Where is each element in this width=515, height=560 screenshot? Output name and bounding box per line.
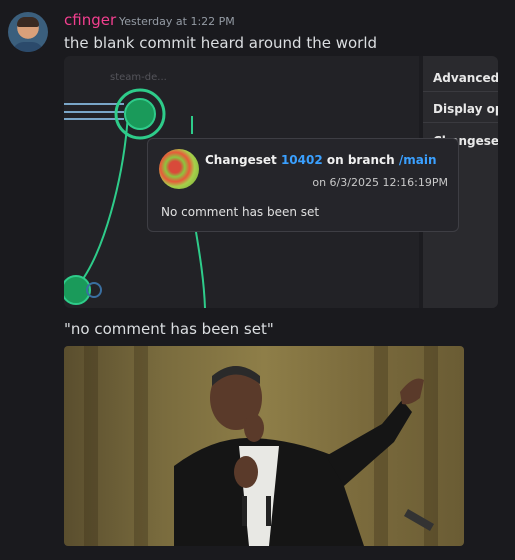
divider [423,91,498,92]
changeset-title: Changeset 10402 on branch /main [205,153,437,167]
branch-curve [75,113,129,289]
advanced-tab[interactable]: Advanced [433,71,498,85]
person-silhouette [174,366,434,546]
message-caption: "no comment has been set" [64,320,274,338]
changeset-tooltip: Changeset 10402 on branch /main on 6/3/2… [147,138,459,232]
message-text: the blank commit heard around the world [64,34,378,52]
changeset-comment: No comment has been set [161,205,320,219]
screenshot-attachment[interactable]: steam-de... Advanced Display opt Changes… [64,56,498,308]
branch-link[interactable]: /main [399,153,437,167]
branch-curve [195,231,206,308]
changeset-number[interactable]: 10402 [281,153,323,167]
chat-message: cfinger Yesterday at 1:22 PM the blank c… [0,0,515,560]
message-timestamp: Yesterday at 1:22 PM [119,15,235,28]
branch-label: steam-de... [110,72,167,83]
user-avatar[interactable] [8,12,48,52]
divider [423,122,498,123]
changeset-date: on 6/3/2025 12:16:19PM [312,176,448,189]
commit-node-selected-inner [124,98,156,130]
display-options-tab[interactable]: Display opt [433,102,498,116]
changeset-author-avatar [159,149,199,189]
username[interactable]: cfinger [64,11,116,29]
meme-photo[interactable] [64,346,464,546]
